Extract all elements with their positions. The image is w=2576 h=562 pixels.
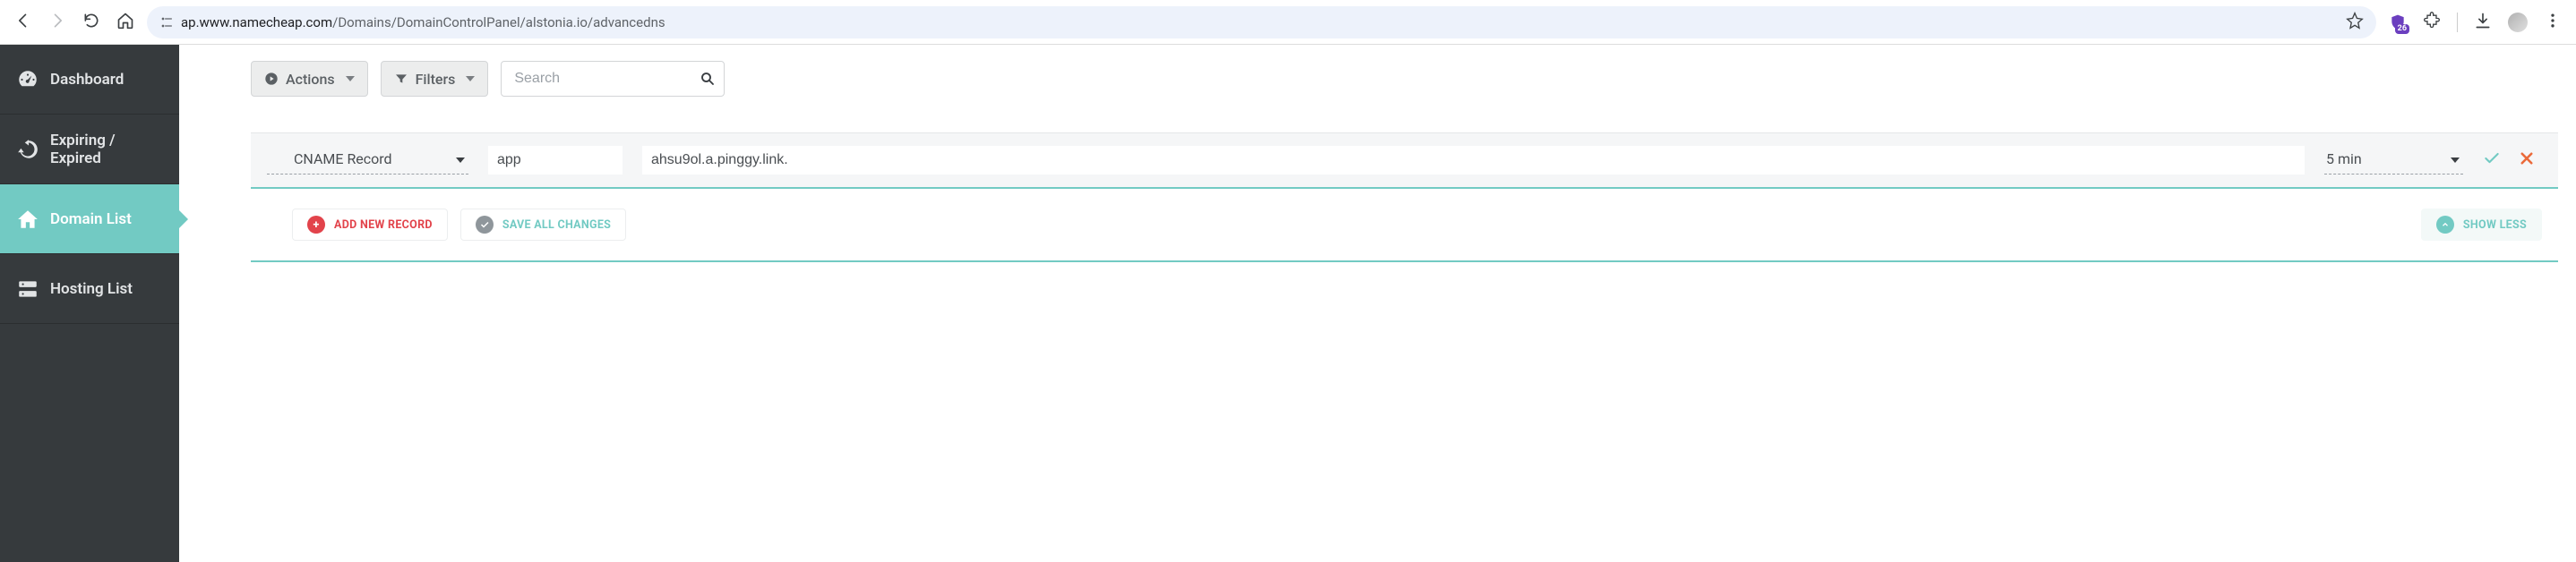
sidebar-label: Domain List (50, 210, 132, 228)
play-circle-icon (264, 72, 279, 86)
server-icon (16, 277, 39, 301)
forward-icon[interactable] (48, 12, 66, 33)
record-ttl-label: 5 min (2326, 150, 2362, 167)
extension-badge-count: 26 (2395, 24, 2409, 34)
actions-label: Actions (286, 71, 335, 88)
chevron-up-circle-icon (2436, 216, 2454, 234)
url-text: ap.www.namecheap.com/Domains/DomainContr… (181, 14, 665, 30)
caret-down-icon (466, 76, 475, 81)
record-target-field[interactable] (642, 146, 2305, 175)
record-host-field[interactable] (488, 146, 623, 175)
search-input[interactable] (501, 61, 725, 97)
record-target-input[interactable] (651, 146, 2305, 175)
sidebar: Dashboard Expiring / Expired Domain List… (0, 45, 179, 562)
home-icon[interactable] (116, 12, 134, 33)
record-row-actions (2483, 149, 2542, 171)
sidebar-label: Dashboard (50, 71, 124, 89)
extensions-puzzle-icon[interactable] (2423, 12, 2441, 33)
actions-button[interactable]: Actions (251, 61, 368, 97)
filters-label: Filters (416, 71, 456, 88)
sidebar-item-dashboard[interactable]: Dashboard (0, 45, 179, 115)
record-type-dropdown[interactable]: CNAME Record (267, 146, 468, 175)
sidebar-item-hosting-list[interactable]: Hosting List (0, 254, 179, 324)
toolbar-divider (2457, 13, 2458, 32)
confirm-record-button[interactable] (2483, 149, 2501, 171)
browser-nav-icons (9, 12, 140, 33)
gauge-icon (16, 68, 39, 91)
cancel-record-button[interactable] (2519, 150, 2535, 170)
sidebar-label: Expiring / Expired (50, 132, 163, 167)
dns-record-row: CNAME Record 5 min (251, 132, 2558, 187)
extension-shield-icon[interactable]: 26 (2389, 13, 2407, 31)
caret-down-icon (2451, 158, 2460, 163)
filters-button[interactable]: Filters (381, 61, 489, 97)
downloads-icon[interactable] (2474, 12, 2492, 33)
caret-down-icon (346, 76, 355, 81)
record-footer-actions: + ADD NEW RECORD SAVE ALL CHANGES SHOW L… (251, 189, 2558, 260)
add-new-record-button[interactable]: + ADD NEW RECORD (292, 209, 448, 241)
funnel-icon (394, 72, 408, 86)
save-all-changes-button[interactable]: SAVE ALL CHANGES (460, 209, 626, 241)
main-content: Actions Filters CNAME Record (179, 45, 2576, 562)
url-bar[interactable]: ap.www.namecheap.com/Domains/DomainContr… (147, 6, 2376, 38)
panel-divider (251, 260, 2558, 262)
show-less-button[interactable]: SHOW LESS (2421, 209, 2542, 241)
toolbar: Actions Filters (251, 61, 2558, 97)
check-circle-icon (476, 216, 494, 234)
kebab-menu-icon[interactable] (2544, 12, 2562, 33)
sidebar-item-expiring[interactable]: Expiring / Expired (0, 115, 179, 184)
search-field[interactable] (501, 61, 725, 97)
record-ttl-dropdown[interactable]: 5 min (2324, 146, 2463, 175)
show-less-label: SHOW LESS (2463, 218, 2527, 232)
browser-right-icons: 26 (2383, 12, 2567, 33)
house-icon (16, 208, 39, 231)
caret-down-icon (456, 158, 465, 163)
plus-circle-icon: + (307, 216, 325, 234)
sidebar-item-domain-list[interactable]: Domain List (0, 184, 179, 254)
add-record-label: ADD NEW RECORD (334, 218, 433, 232)
record-host-input[interactable] (497, 146, 623, 175)
save-all-label: SAVE ALL CHANGES (502, 218, 611, 232)
sidebar-label: Hosting List (50, 280, 133, 298)
site-info-icon[interactable] (159, 15, 174, 30)
clock-back-icon (16, 138, 39, 161)
browser-chrome: ap.www.namecheap.com/Domains/DomainContr… (0, 0, 2576, 45)
back-icon[interactable] (14, 12, 32, 33)
bookmark-star-icon[interactable] (2346, 12, 2364, 33)
reload-icon[interactable] (82, 12, 100, 33)
record-type-label: CNAME Record (294, 150, 392, 167)
search-icon (700, 71, 716, 87)
profile-avatar[interactable] (2508, 13, 2528, 32)
